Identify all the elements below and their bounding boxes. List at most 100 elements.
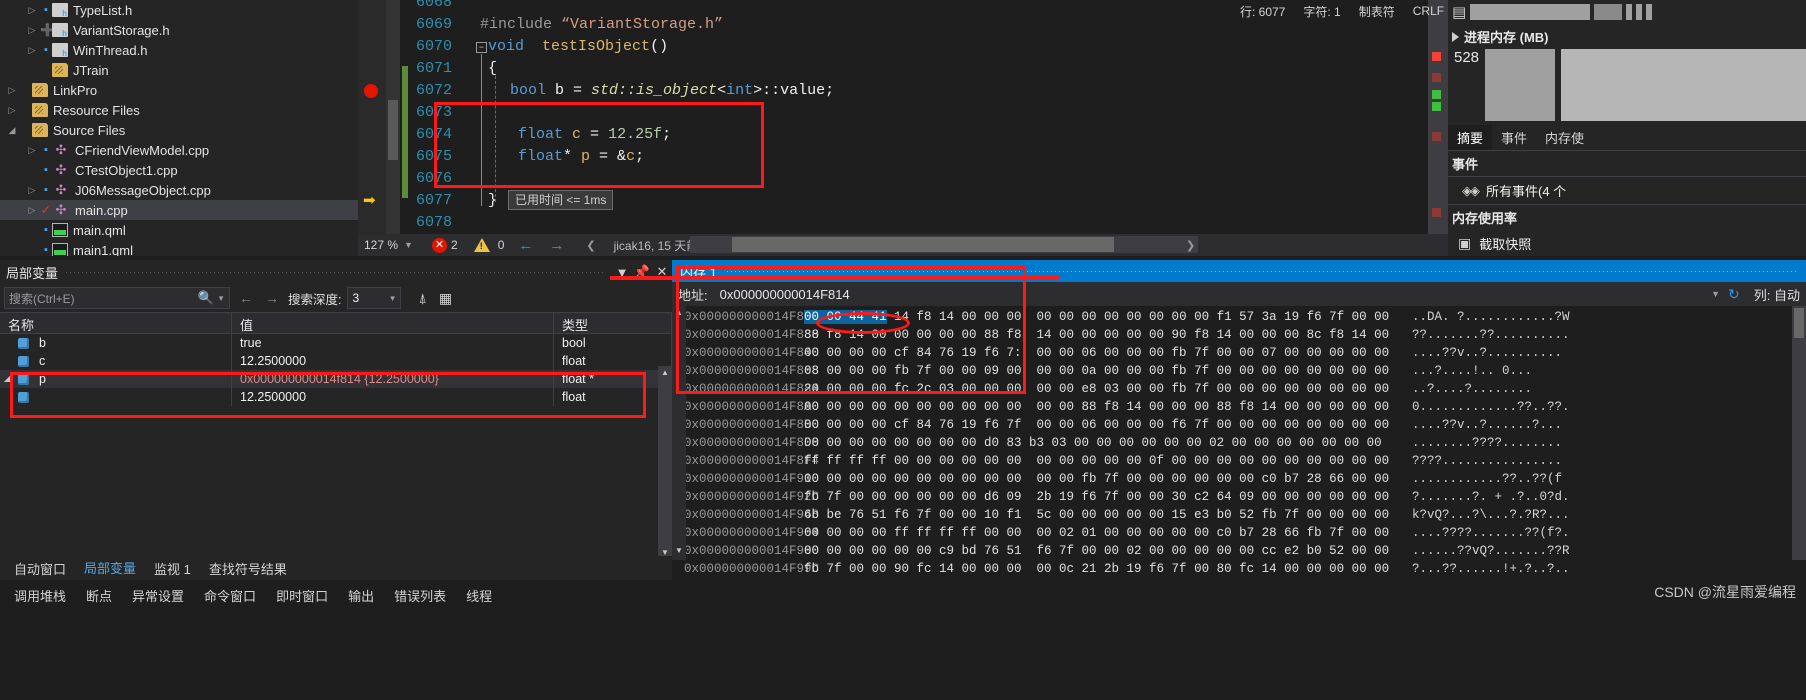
tree-item-resource-files[interactable]: ▷ Resource Files — [0, 100, 358, 120]
memory-row[interactable]: 0x000000000014F884 20 00 00 00 fc 2c 03 0… — [672, 380, 1806, 398]
solution-tree[interactable]: ▷▪TypeList.h▷➕VariantStorage.h▷▪WinThrea… — [0, 0, 358, 256]
scrollbar-thumb[interactable] — [732, 237, 1114, 252]
collapse-region-icon[interactable]: − — [476, 42, 487, 53]
diagnostics-toolbar[interactable]: ▤ — [1448, 0, 1806, 24]
search-input[interactable]: 搜索(Ctrl+E) — [9, 290, 198, 307]
memory-rows[interactable]: 0x000000000014F814 00 00 44 41 14 f8 14 0… — [672, 306, 1806, 578]
scroll-up-icon[interactable]: ▲ — [658, 366, 672, 380]
memory-row[interactable]: 0x000000000014F8F4 ff ff ff ff 00 00 00 0… — [672, 452, 1806, 470]
tree-item-main-cpp[interactable]: ▷ ✓ ✣ main.cpp — [0, 200, 358, 220]
memory-row-hex[interactable]: ff ff ff ff 00 00 00 00 00 00 00 00 00 0… — [804, 452, 1398, 470]
tree-item-cfriendviewmodel-cpp[interactable]: ▷ ▪ ✣ CFriendViewModel.cpp — [0, 140, 358, 160]
chevron-down-icon[interactable]: ▼ — [217, 294, 225, 303]
memory-title-bar[interactable]: 内存 1 — [672, 260, 1806, 282]
memory-row[interactable]: 0x000000000014F964 00 00 00 00 ff ff ff f… — [672, 524, 1806, 542]
code-line[interactable]: #include “VariantStorage.h” — [480, 14, 723, 36]
memory-row-hex[interactable]: 00 00 00 00 00 00 00 00 00 00 00 00 88 f… — [804, 398, 1398, 416]
marker-change[interactable] — [1432, 208, 1441, 217]
chevron-down-icon[interactable]: ▼ — [612, 265, 632, 280]
marker-error[interactable] — [1432, 52, 1441, 61]
memory-row[interactable]: 0x000000000014F84C 00 00 00 00 cf 84 76 1… — [672, 344, 1806, 362]
memory-row[interactable]: 0x000000000014F910 00 00 00 00 00 00 00 0… — [672, 470, 1806, 488]
diagnostics-tabs[interactable]: 摘要 事件 内存使 — [1448, 125, 1806, 151]
codelens-next-icon[interactable]: ❯ — [1186, 234, 1195, 256]
code-editor[interactable]: 6068 6069 #include “VariantStorage.h” 6070 v… — [358, 0, 1448, 256]
search-box[interactable]: 搜索(Ctrl+E) 🔍 ▼ — [4, 287, 230, 309]
debug-window-tab-1[interactable]: 局部变量 — [76, 555, 145, 582]
memory-address-bar[interactable]: 地址: 0x000000000014F814 ▼ ↻ 列: 自动 — [672, 282, 1806, 306]
memory-row-hex[interactable]: fb 7f 00 00 90 fc 14 00 00 00 00 0c 21 2… — [804, 560, 1398, 578]
editor-horizontal-scrollbar[interactable] — [690, 236, 1198, 253]
search-next-icon[interactable]: → — [262, 290, 282, 306]
all-events-row[interactable]: ◈◈ 所有事件(4 个 — [1448, 177, 1806, 204]
take-snapshot-row[interactable]: ▣ 截取快照 — [1448, 230, 1806, 256]
memory-selected-bytes[interactable]: 00 00 44 41 — [804, 310, 887, 324]
tree-item-winthread-h[interactable]: ▷ ▪ WinThread.h — [0, 40, 358, 60]
memory-row-hex[interactable]: 00 00 00 00 cf 84 76 19 f6 7: 00 00 06 0… — [804, 344, 1398, 362]
expander-icon[interactable]: ▷ — [24, 25, 40, 36]
memory-row[interactable]: 0x000000000014F830 88 f8 14 00 00 00 00 0… — [672, 326, 1806, 344]
marker-change[interactable] — [1432, 132, 1441, 141]
locals-cell-name[interactable]: c — [0, 352, 232, 370]
navigate-forward-icon[interactable]: → — [549, 234, 564, 256]
breakpoint-icon[interactable] — [364, 84, 378, 98]
debug-tool-tab-3[interactable]: 命令窗口 — [196, 583, 264, 608]
locals-cell-value[interactable]: 12.2500000 — [232, 352, 554, 370]
debug-window-tab-2[interactable]: 监视 1 — [146, 556, 199, 581]
locals-cell-name[interactable]: b — [0, 334, 232, 352]
solution-explorer[interactable]: ▷▪TypeList.h▷➕VariantStorage.h▷▪WinThrea… — [0, 0, 358, 256]
expander-icon[interactable]: ◢ — [4, 125, 20, 136]
memory-row-hex[interactable]: 88 f8 14 00 00 00 00 00 88 f8 14 00 00 0… — [804, 326, 1398, 344]
search-prev-icon[interactable]: ← — [236, 290, 256, 306]
expander-icon[interactable]: ▷ — [24, 205, 40, 216]
diagnostics-panel[interactable]: ▤ 进程内存 (MB) 528 摘要 事件 内存使 事件 ◈◈ 所有事件(4 个 内… — [1448, 0, 1806, 256]
split-view-icon[interactable]: ▤ — [1452, 3, 1466, 21]
chevron-down-icon[interactable]: ▼ — [1711, 289, 1720, 299]
diagnostics-tab-1[interactable]: 事件 — [1492, 125, 1536, 150]
diagnostics-tab-0[interactable]: 摘要 — [1448, 125, 1493, 150]
editor-minimap-gutter[interactable] — [386, 0, 400, 234]
memory-vertical-scrollbar[interactable] — [1792, 306, 1806, 560]
memory-row[interactable]: 0x000000000014F814 00 00 44 41 14 f8 14 0… — [672, 308, 1806, 326]
locals-cell-name[interactable] — [0, 388, 232, 406]
minimap-thumb[interactable] — [388, 100, 398, 160]
memory-row-hex[interactable]: 00 00 00 00 00 00 c9 bd 76 51 f6 7f 00 0… — [804, 542, 1398, 560]
expander-icon[interactable]: ▷ — [24, 45, 40, 56]
scrollbar-thumb[interactable] — [1794, 308, 1804, 338]
expander-icon[interactable]: ▷ — [24, 145, 40, 156]
expander-icon[interactable] — [1452, 31, 1459, 42]
memory-row-hex[interactable]: 00 00 44 41 14 f8 14 00 00 00 00 00 00 0… — [804, 308, 1398, 326]
memory-row[interactable]: 0x000000000014F92C fb 7f 00 00 00 00 00 0… — [672, 488, 1806, 506]
expander-icon[interactable]: ▷ — [4, 105, 20, 116]
debug-tool-tabs[interactable]: 调用堆栈 断点 异常设置 命令窗口 即时窗口 输出 错误列表 线程 — [0, 580, 1806, 610]
memory-row[interactable]: 0x000000000014F99C fb 7f 00 00 90 fc 14 0… — [672, 560, 1806, 578]
debug-tool-tab-5[interactable]: 输出 — [340, 583, 382, 608]
marker-saved[interactable] — [1432, 90, 1441, 99]
marker-saved[interactable] — [1432, 102, 1441, 111]
filter-icon[interactable]: ⍋ — [415, 290, 429, 307]
tree-item-linkpro[interactable]: ▷ LinkPro — [0, 80, 358, 100]
locals-rows[interactable]: b true bool c 12.2500000 float ◢ p 0x00000000001… — [0, 334, 672, 406]
debug-tool-tab-0[interactable]: 调用堆栈 — [6, 583, 74, 608]
error-count-indicator[interactable]: ✕ 2 — [432, 234, 458, 256]
tree-item-main1-qml[interactable]: ▪ main1.qml — [0, 240, 358, 256]
memory-row-hex[interactable]: 6b be 76 51 f6 7f 00 00 10 f1 5c 00 00 0… — [804, 506, 1398, 524]
code-line[interactable]: void testIsObject() — [488, 36, 668, 58]
memory-row[interactable]: 0x000000000014F8BC 00 00 00 00 cf 84 76 1… — [672, 416, 1806, 434]
codelens-prev-icon[interactable]: ❮ — [586, 234, 595, 256]
memory-window[interactable]: 内存 1 地址: 0x000000000014F814 ▼ ↻ 列: 自动 0x… — [672, 260, 1806, 576]
code-line[interactable]: float* p = &c; — [518, 146, 644, 168]
memory-row-hex[interactable]: 20 00 00 00 fc 2c 03 00 00 00 00 00 e8 0… — [804, 380, 1398, 398]
zoom-level-selector[interactable]: 127 % ▼ — [358, 234, 418, 256]
process-memory-header[interactable]: 进程内存 (MB) — [1448, 24, 1806, 49]
address-input[interactable]: 0x000000000014F814 — [715, 284, 1704, 304]
locals-row[interactable]: c 12.2500000 float — [0, 352, 672, 370]
memory-row-hex[interactable]: fb 7f 00 00 00 00 00 00 d6 09 2b 19 f6 7… — [804, 488, 1398, 506]
debug-tool-tab-4[interactable]: 即时窗口 — [268, 583, 336, 608]
memory-row-hex[interactable]: 00 00 00 00 00 00 00 00 d0 83 b3 03 00 0… — [804, 434, 1398, 452]
locals-vertical-scrollbar[interactable]: ▲ ▼ — [658, 366, 672, 560]
debug-tool-tab-7[interactable]: 线程 — [458, 583, 500, 608]
memory-row[interactable]: 0x000000000014F948 6b be 76 51 f6 7f 00 0… — [672, 506, 1806, 524]
debug-window-tab-3[interactable]: 查找符号结果 — [201, 556, 295, 581]
debug-window-tab-0[interactable]: 自动窗口 — [6, 556, 74, 581]
